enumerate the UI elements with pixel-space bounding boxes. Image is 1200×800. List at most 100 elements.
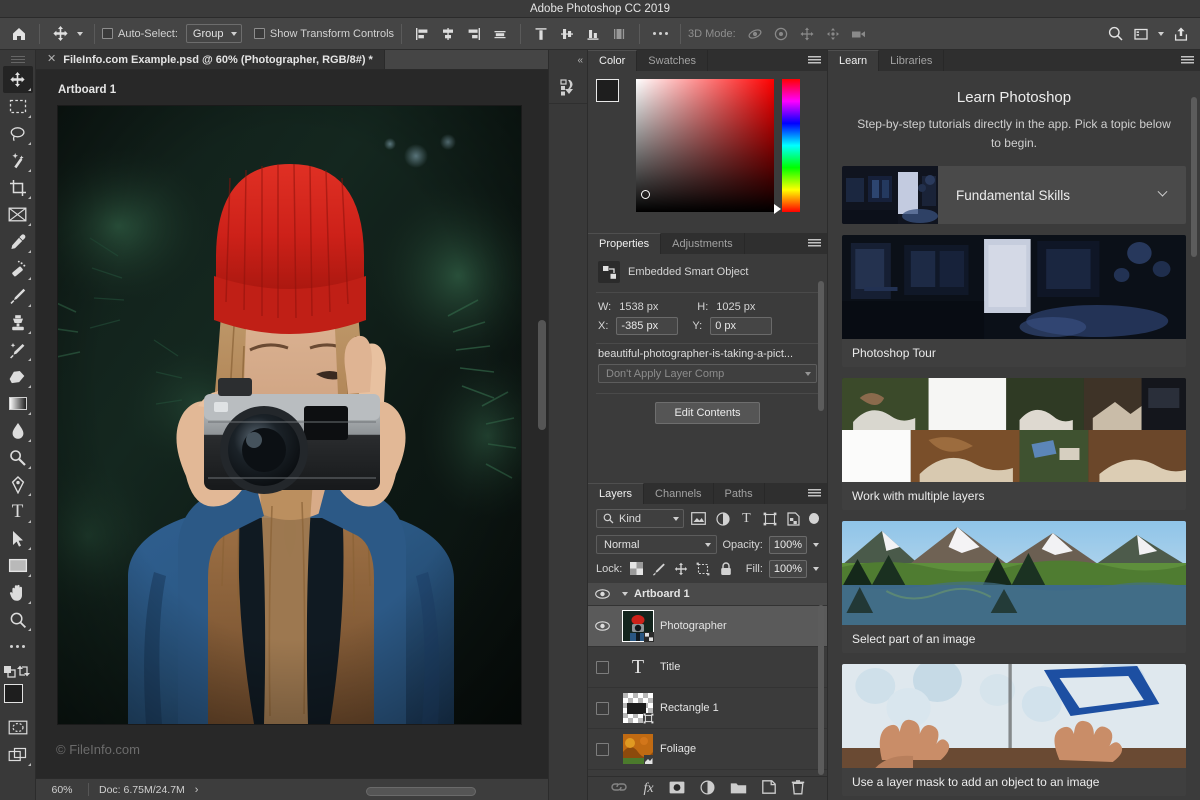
filter-shape-icon[interactable] [761, 509, 779, 528]
layer-thumbnail-cell[interactable] [616, 610, 660, 642]
auto-select-scope-dropdown[interactable]: Group [185, 24, 242, 43]
tool-lasso[interactable] [3, 120, 33, 147]
tab-paths[interactable]: Paths [714, 483, 765, 504]
link-layers-icon[interactable] [610, 781, 628, 796]
tool-edit-toolbar[interactable] [3, 633, 33, 660]
learn-panel-menu-button[interactable] [1181, 50, 1194, 71]
lock-artboard-icon[interactable] [695, 559, 711, 578]
filter-adjustment-icon[interactable] [714, 509, 732, 528]
layers-list-scrollbar[interactable] [818, 605, 824, 775]
tab-adjustments[interactable]: Adjustments [661, 233, 745, 254]
zoom-level[interactable]: 60% [36, 784, 88, 796]
tool-zoom[interactable] [3, 606, 33, 633]
tab-channels[interactable]: Channels [644, 483, 714, 504]
learn-panel-scrollbar[interactable] [1191, 97, 1197, 257]
align-right-edges-icon[interactable] [461, 21, 487, 47]
artboard-canvas[interactable] [58, 106, 521, 724]
filter-pixel-icon[interactable] [690, 509, 708, 528]
color-panel-swatches[interactable] [596, 79, 632, 115]
tool-move[interactable] [2, 66, 33, 93]
fill-field[interactable]: 100% [768, 559, 808, 578]
canvas[interactable]: Artboard 1 © FileInfo.com [36, 70, 548, 778]
close-icon[interactable]: ✕ [47, 54, 56, 65]
layer-row-photographer[interactable]: Photographer [588, 606, 827, 647]
pan-3d-icon[interactable] [794, 21, 820, 47]
history-panel-icon[interactable] [549, 70, 587, 104]
tool-blur[interactable] [3, 417, 33, 444]
delete-layer-icon[interactable] [791, 779, 805, 798]
tool-rectangular-marquee[interactable] [3, 93, 33, 120]
eye-off-icon[interactable] [595, 701, 609, 715]
align-horizontal-centers-icon[interactable] [435, 21, 461, 47]
chevron-down-icon[interactable] [1157, 186, 1186, 201]
tutorial-card-use-a-layer-mask[interactable]: Use a layer mask to add an object to an … [842, 664, 1186, 797]
checkbox-box[interactable] [102, 28, 113, 39]
layer-thumbnail-cell[interactable]: T [616, 657, 660, 677]
tool-preset-chevron-icon[interactable] [73, 21, 87, 47]
doc-size-info[interactable]: Doc: 6.75M/24.7M [89, 784, 195, 796]
tool-screen-mode[interactable] [3, 741, 33, 768]
layers-panel-menu-button[interactable] [808, 483, 821, 504]
color-picker-field[interactable] [636, 79, 774, 212]
new-layer-icon[interactable] [761, 780, 776, 797]
artboard-label[interactable]: Artboard 1 [58, 84, 116, 96]
align-vertical-centers-icon[interactable] [554, 21, 580, 47]
layer-visibility-toggle[interactable] [588, 701, 616, 715]
search-icon[interactable] [1102, 21, 1128, 47]
tool-magic-wand[interactable] [3, 147, 33, 174]
orbit-3d-icon[interactable] [742, 21, 768, 47]
home-icon[interactable] [6, 21, 32, 47]
blend-mode-dropdown[interactable]: Normal [596, 535, 717, 554]
properties-panel-scrollbar[interactable] [818, 281, 824, 411]
y-field[interactable]: 0 px [710, 317, 773, 335]
color-panel-menu-button[interactable] [808, 50, 821, 71]
canvas-horizontal-scrollbar[interactable] [366, 787, 476, 796]
align-top-edges-icon[interactable] [487, 21, 513, 47]
foreground-color-swatch[interactable] [3, 684, 23, 703]
align-vertical-tops-icon[interactable] [528, 21, 554, 47]
x-field[interactable]: -385 px [616, 317, 679, 335]
fill-scrubber-chevron-icon[interactable] [813, 566, 820, 571]
roll-3d-icon[interactable] [768, 21, 794, 47]
align-left-edges-icon[interactable] [409, 21, 435, 47]
lock-all-icon[interactable] [717, 559, 733, 578]
lock-transparency-icon[interactable] [628, 559, 644, 578]
opacity-scrubber-chevron-icon[interactable] [813, 542, 819, 547]
adjustment-layer-icon[interactable] [700, 779, 715, 798]
layer-filter-kind-dropdown[interactable]: Kind [596, 509, 684, 528]
layer-row-artboard[interactable]: Artboard 1 [588, 583, 827, 606]
tool-eraser[interactable] [3, 363, 33, 390]
more-options-button[interactable] [647, 21, 673, 47]
eye-off-icon[interactable] [595, 660, 609, 674]
hue-slider-handle[interactable] [774, 204, 781, 214]
distribute-icon[interactable] [606, 21, 632, 47]
tab-color[interactable]: Color [588, 50, 638, 71]
filter-enable-toggle[interactable] [808, 513, 820, 524]
tool-horizontal-type[interactable]: T [3, 498, 33, 525]
tool-path-selection[interactable] [3, 525, 33, 552]
layer-style-fx-icon[interactable]: fx [643, 781, 653, 797]
layer-row-foliage[interactable]: Foliage [588, 729, 827, 770]
edit-contents-button[interactable]: Edit Contents [655, 402, 760, 424]
checkbox-box[interactable] [253, 28, 265, 39]
hue-slider[interactable] [774, 79, 800, 214]
tool-frame[interactable] [3, 201, 33, 228]
tool-gradient[interactable] [3, 390, 33, 417]
filter-smart-object-icon[interactable] [785, 509, 803, 528]
workspace-icon[interactable] [1128, 21, 1154, 47]
layer-thumbnail[interactable] [623, 734, 654, 765]
tool-rectangle[interactable] [3, 552, 33, 579]
align-vertical-bottoms-icon[interactable] [580, 21, 606, 47]
document-tab[interactable]: ✕ FileInfo.com Example.psd @ 60% (Photog… [36, 50, 385, 69]
layer-visibility-toggle[interactable] [588, 621, 616, 631]
tools-panel-grip[interactable] [10, 56, 25, 63]
camera-3d-icon[interactable] [846, 21, 872, 47]
layer-thumbnail[interactable] [623, 693, 654, 724]
eye-off-icon[interactable] [595, 742, 609, 756]
tool-eyedropper[interactable] [3, 228, 33, 255]
slide-3d-icon[interactable] [820, 21, 846, 47]
layer-mask-icon[interactable] [669, 781, 685, 797]
tutorial-card-photoshop-tour[interactable]: Photoshop Tour [842, 235, 1186, 368]
workspace-chevron-icon[interactable] [1154, 21, 1168, 47]
layer-row-title[interactable]: T Title [588, 647, 827, 688]
